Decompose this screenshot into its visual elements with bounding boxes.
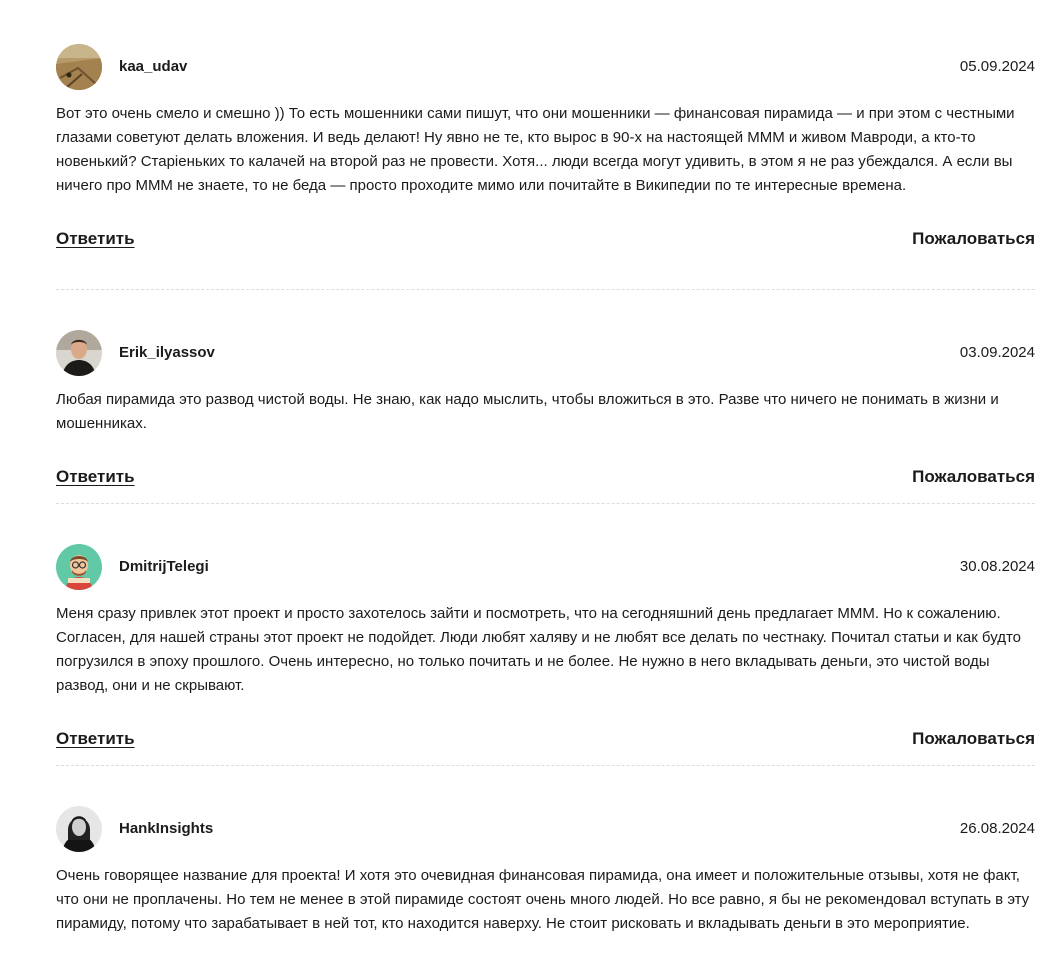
reply-link[interactable]: Ответить [56, 728, 135, 750]
complain-link[interactable]: Пожаловаться [912, 466, 1035, 488]
comment-actions: Ответить Пожаловаться [56, 228, 1035, 252]
comment-date: 30.08.2024 [959, 558, 1035, 575]
comment-username: Erik_ilyassov [119, 344, 215, 361]
avatar[interactable] [56, 330, 102, 376]
comment-text: Вот это очень смело и смешно )) То есть … [56, 105, 1015, 194]
comment-header: HankInsights 26.08.2024 [56, 806, 1035, 852]
comment-text: Меня сразу привлек этот проект и просто … [56, 605, 1021, 694]
complain-link[interactable]: Пожаловаться [912, 228, 1035, 250]
comment-item: kaa_udav 05.09.2024 Вот это очень смело … [56, 44, 1035, 252]
comment-date: 03.09.2024 [959, 344, 1035, 361]
comment-item: Erik_ilyassov 03.09.2024 Любая пирамида … [56, 330, 1035, 490]
comment-item: HankInsights 26.08.2024 Очень говорящее … [56, 806, 1035, 936]
complain-link[interactable]: Пожаловаться [912, 728, 1035, 750]
comment-actions: Ответить Пожаловаться [56, 466, 1035, 490]
comment-username: DmitrijTelegi [119, 558, 209, 575]
comment-text: Любая пирамида это развод чистой воды. Н… [56, 391, 999, 432]
comment-header: kaa_udav 05.09.2024 [56, 44, 1035, 90]
avatar[interactable] [56, 806, 102, 852]
avatar[interactable] [56, 44, 102, 90]
comment-divider [56, 765, 1035, 766]
comment-header: DmitrijTelegi 30.08.2024 [56, 544, 1035, 590]
comment-divider [56, 503, 1035, 504]
comment-date: 05.09.2024 [959, 58, 1035, 75]
comments-list: kaa_udav 05.09.2024 Вот это очень смело … [0, 0, 1057, 979]
comment-header: Erik_ilyassov 03.09.2024 [56, 330, 1035, 376]
reply-link[interactable]: Ответить [56, 466, 135, 488]
comment-divider [56, 289, 1035, 290]
comment-text: Очень говорящее название для проекта! И … [56, 867, 1030, 932]
reply-link[interactable]: Ответить [56, 228, 135, 250]
comment-username: kaa_udav [119, 58, 188, 75]
comment-item: DmitrijTelegi 30.08.2024 Меня сразу прив… [56, 544, 1035, 752]
avatar[interactable] [56, 544, 102, 590]
comment-date: 26.08.2024 [959, 820, 1035, 837]
comment-actions: Ответить Пожаловаться [56, 728, 1035, 752]
comment-username: HankInsights [119, 820, 214, 837]
